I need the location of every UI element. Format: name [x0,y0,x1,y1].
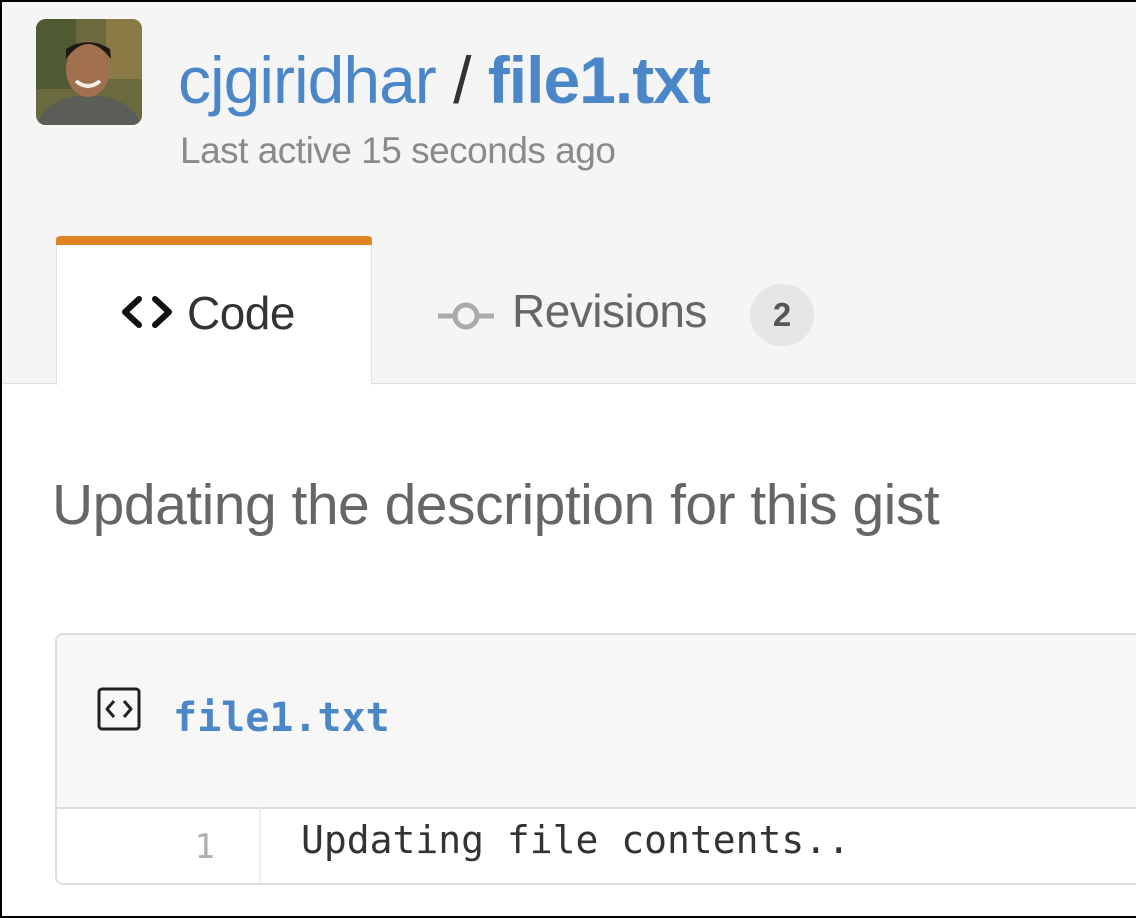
gist-filename-link[interactable]: file1.txt [488,43,711,117]
avatar-photo [36,19,142,125]
gist-description: Updating the description for this gist [52,473,940,537]
last-active-text: Last active 15 seconds ago [180,130,616,171]
file-name-link[interactable]: file1.txt [173,695,390,741]
code-line: 1 Updating file contents.. [57,807,1136,883]
file-code-icon [97,687,141,736]
tab-code-label: Code [187,287,295,339]
line-number[interactable]: 1 [57,807,261,883]
title-separator: / [435,43,488,117]
code-icon [119,296,175,333]
tab-code[interactable]: Code [56,236,372,385]
revisions-count-badge: 2 [750,284,814,346]
gist-title: cjgiridhar / file1.txt [178,40,711,120]
file-box: file1.txt 1 Updating file contents.. [55,633,1136,885]
commit-icon [436,300,496,337]
line-content: Updating file contents.. [301,818,851,862]
page-frame: cjgiridhar / file1.txt Last active 15 se… [0,0,1136,918]
owner-link[interactable]: cjgiridhar [178,43,437,117]
tab-revisions-label: Revisions [512,285,707,337]
active-tab-indicator [56,236,372,245]
gist-header: cjgiridhar / file1.txt Last active 15 se… [2,2,1136,385]
avatar[interactable] [36,19,142,125]
file-header: file1.txt [57,635,1136,809]
